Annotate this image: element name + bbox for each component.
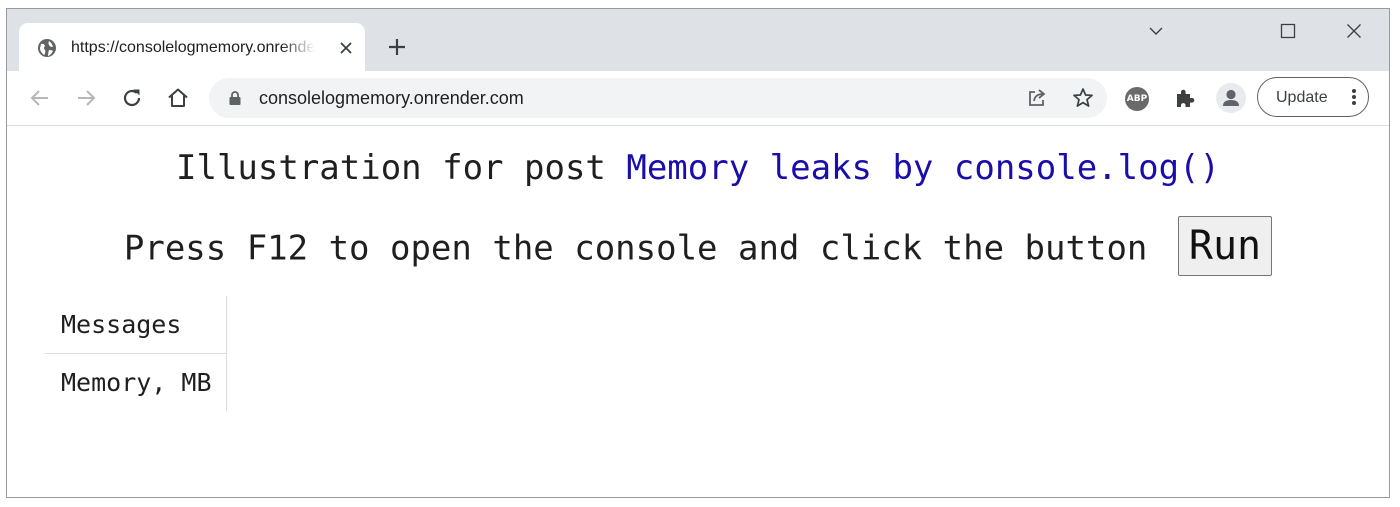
address-bar[interactable]: consolelogmemory.onrender.com: [209, 78, 1107, 118]
home-icon[interactable]: [165, 85, 191, 111]
stats-table: Messages Memory, MB: [45, 296, 227, 411]
table-row: Messages: [45, 296, 227, 354]
new-tab-icon[interactable]: [385, 35, 409, 59]
instruction-text: Press F12 to open the console and click …: [123, 228, 1168, 269]
maximize-button[interactable]: [1265, 19, 1311, 43]
star-icon[interactable]: [1071, 86, 1095, 110]
heading-prefix: Illustration for post: [176, 148, 627, 188]
close-window-button[interactable]: [1331, 19, 1377, 43]
reload-icon[interactable]: [119, 85, 145, 111]
post-link[interactable]: Memory leaks by console.log(): [626, 148, 1220, 188]
adblock-extension-icon[interactable]: ABP: [1125, 87, 1149, 111]
lock-icon[interactable]: [227, 90, 243, 106]
person-icon: [1223, 89, 1239, 106]
update-label: Update: [1276, 89, 1328, 106]
url-text[interactable]: consolelogmemory.onrender.com: [259, 87, 524, 109]
tab-strip: https://consolelogmemory.onrender.com: [7, 9, 1389, 71]
page-heading: Illustration for post Memory leaks by co…: [7, 146, 1389, 190]
profile-avatar[interactable]: [1216, 83, 1246, 113]
back-arrow-icon[interactable]: [27, 85, 53, 111]
messages-label: Messages: [45, 296, 227, 354]
table-row: Memory, MB: [45, 353, 227, 411]
globe-icon: [38, 39, 56, 57]
share-icon[interactable]: [1025, 86, 1049, 110]
update-button[interactable]: Update: [1257, 77, 1369, 117]
tab-title: https://consolelogmemory.onrender.com: [71, 39, 315, 56]
forward-arrow-icon[interactable]: [73, 85, 99, 111]
chevron-down-icon: [1149, 27, 1163, 35]
run-button[interactable]: Run: [1177, 216, 1273, 276]
maximize-icon: [1280, 23, 1296, 39]
browser-toolbar: consolelogmemory.onrender.com ABP Update: [7, 71, 1389, 126]
browser-window: https://consolelogmemory.onrender.com: [6, 8, 1390, 498]
memory-label: Memory, MB: [45, 353, 227, 411]
browser-tab[interactable]: https://consolelogmemory.onrender.com: [19, 23, 365, 71]
menu-dots-icon: [1352, 89, 1356, 105]
extensions-puzzle-icon[interactable]: [1172, 85, 1198, 111]
instruction-line: Press F12 to open the console and click …: [7, 216, 1389, 280]
close-tab-icon[interactable]: [337, 39, 355, 57]
close-icon: [1347, 24, 1361, 38]
tab-search-button[interactable]: [1133, 19, 1179, 43]
page-content: Illustration for post Memory leaks by co…: [7, 126, 1389, 497]
